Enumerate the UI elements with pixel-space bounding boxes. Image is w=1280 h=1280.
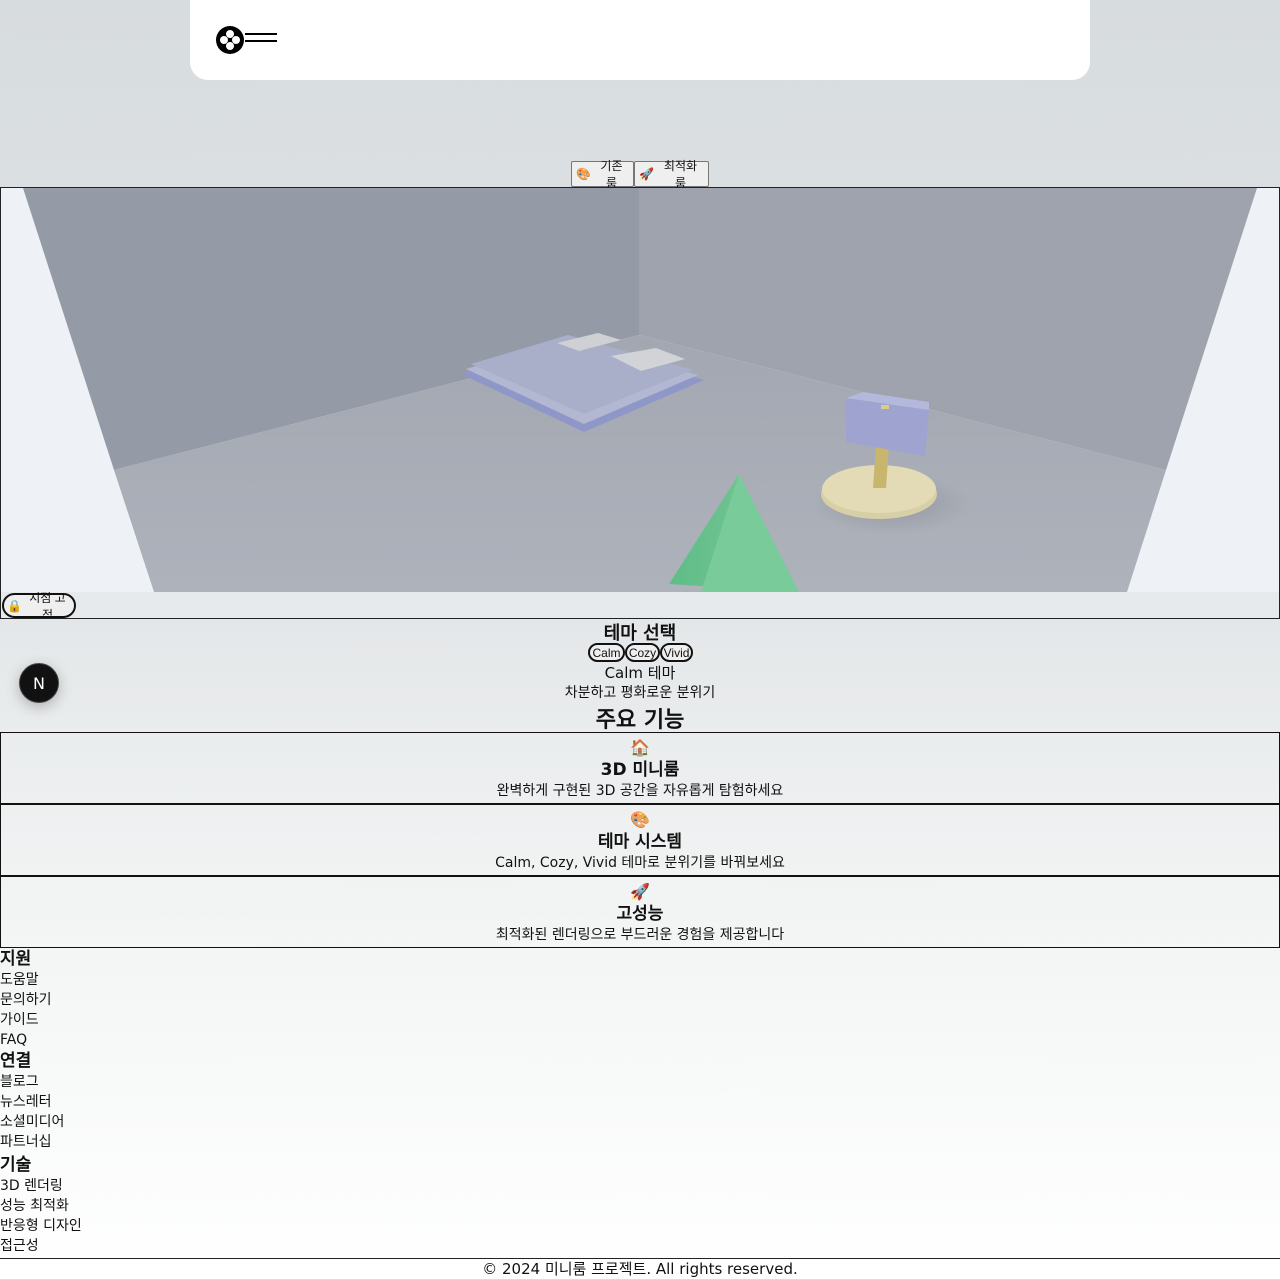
flower-logo-icon[interactable] [215, 25, 245, 55]
features-section-title: 주요 기능 [595, 708, 685, 733]
lock-view-button[interactable]: 🔒 시점 고정 [2, 591, 76, 618]
footer-link-newsletter[interactable]: 뉴스레터 [0, 1092, 300, 1112]
feature-title: 테마 시스템 [597, 832, 683, 852]
room-3d-viewport[interactable]: 🔒 시점 고정 [0, 187, 1280, 619]
footer-column-support: 지원 도움말 문의하기 가이드 FAQ [0, 948, 300, 1050]
theme-section-title: 테마 선택 [603, 623, 677, 644]
basic-room-label: 기존 룸 [600, 159, 623, 190]
footer-link-social[interactable]: 소셜미디어 [0, 1112, 300, 1132]
feature-card-theme-system: 🎨 테마 시스템 Calm, Cozy, Vivid 테마로 분위기를 바꿔보세… [0, 804, 1280, 876]
footer-column-tech: 기술 3D 렌더링 성능 최적화 반응형 디자인 접근성 [0, 1154, 300, 1256]
footer-link-guide[interactable]: 가이드 [0, 1010, 300, 1030]
lock-view-label: 시점 고정 [29, 590, 66, 619]
header-bar [190, 0, 1090, 80]
rocket-icon: 🚀 [630, 882, 650, 901]
feature-description: 완벽하게 구현된 3D 공간을 자유롭게 탐험하세요 [496, 783, 784, 799]
current-theme-name: Calm 테마 [604, 664, 676, 682]
footer-link-faq[interactable]: FAQ [0, 1030, 300, 1050]
footer-column-connect: 연결 블로그 뉴스레터 소셜미디어 파트너십 [0, 1050, 300, 1152]
basic-room-button[interactable]: 🎨 기존 룸 [571, 159, 634, 190]
footer-link-partnership[interactable]: 파트너십 [0, 1132, 300, 1152]
room-3d-scene[interactable] [1, 188, 1279, 592]
theme-vivid-button[interactable]: Vivid [660, 643, 693, 662]
dev-tools-badge[interactable]: N [19, 663, 59, 703]
feature-description: 최적화된 렌더링으로 부드러운 경험을 제공합니다 [495, 927, 785, 943]
current-theme-description: 차분하고 평화로운 분위기 [564, 685, 716, 701]
theme-calm-button[interactable]: Calm [588, 643, 625, 662]
feature-card-3d-miniroom: 🏠 3D 미니룸 완벽하게 구현된 3D 공간을 자유롭게 탐험하세요 [0, 732, 1280, 804]
hamburger-menu-icon[interactable] [245, 33, 277, 47]
room-toggle: 🎨 기존 룸 🚀 최적화 룸 [571, 159, 709, 190]
rocket-icon: 🚀 [639, 167, 654, 181]
copyright-text: © 2024 미니룸 프로젝트. All rights reserved. [0, 1258, 1280, 1280]
feature-title: 고성능 [616, 904, 664, 924]
footer-link-performance[interactable]: 성능 최적화 [0, 1196, 300, 1216]
footer-link-3d-rendering[interactable]: 3D 렌더링 [0, 1176, 300, 1196]
house-icon: 🏠 [630, 738, 650, 757]
feature-description: Calm, Cozy, Vivid 테마로 분위기를 바꿔보세요 [495, 855, 785, 871]
palette-icon: 🎨 [630, 810, 650, 829]
feature-title: 3D 미니룸 [600, 760, 680, 780]
footer-link-blog[interactable]: 블로그 [0, 1072, 300, 1092]
theme-button-group: Calm Cozy Vivid [588, 643, 693, 662]
footer-heading: 연결 [0, 1051, 32, 1071]
footer-link-contact[interactable]: 문의하기 [0, 990, 300, 1010]
footer-heading: 기술 [0, 1155, 32, 1175]
theme-cozy-button[interactable]: Cozy [625, 643, 660, 662]
optimized-room-label: 최적화 룸 [663, 159, 698, 190]
optimized-room-button[interactable]: 🚀 최적화 룸 [634, 159, 709, 190]
palette-icon: 🎨 [576, 167, 591, 181]
footer-link-accessibility[interactable]: 접근성 [0, 1236, 300, 1256]
footer-link-responsive[interactable]: 반응형 디자인 [0, 1216, 300, 1236]
feature-card-performance: 🚀 고성능 최적화된 렌더링으로 부드러운 경험을 제공합니다 [0, 876, 1280, 948]
footer-link-help[interactable]: 도움말 [0, 970, 300, 990]
footer-heading: 지원 [0, 949, 32, 969]
lock-icon: 🔒 [7, 598, 22, 613]
